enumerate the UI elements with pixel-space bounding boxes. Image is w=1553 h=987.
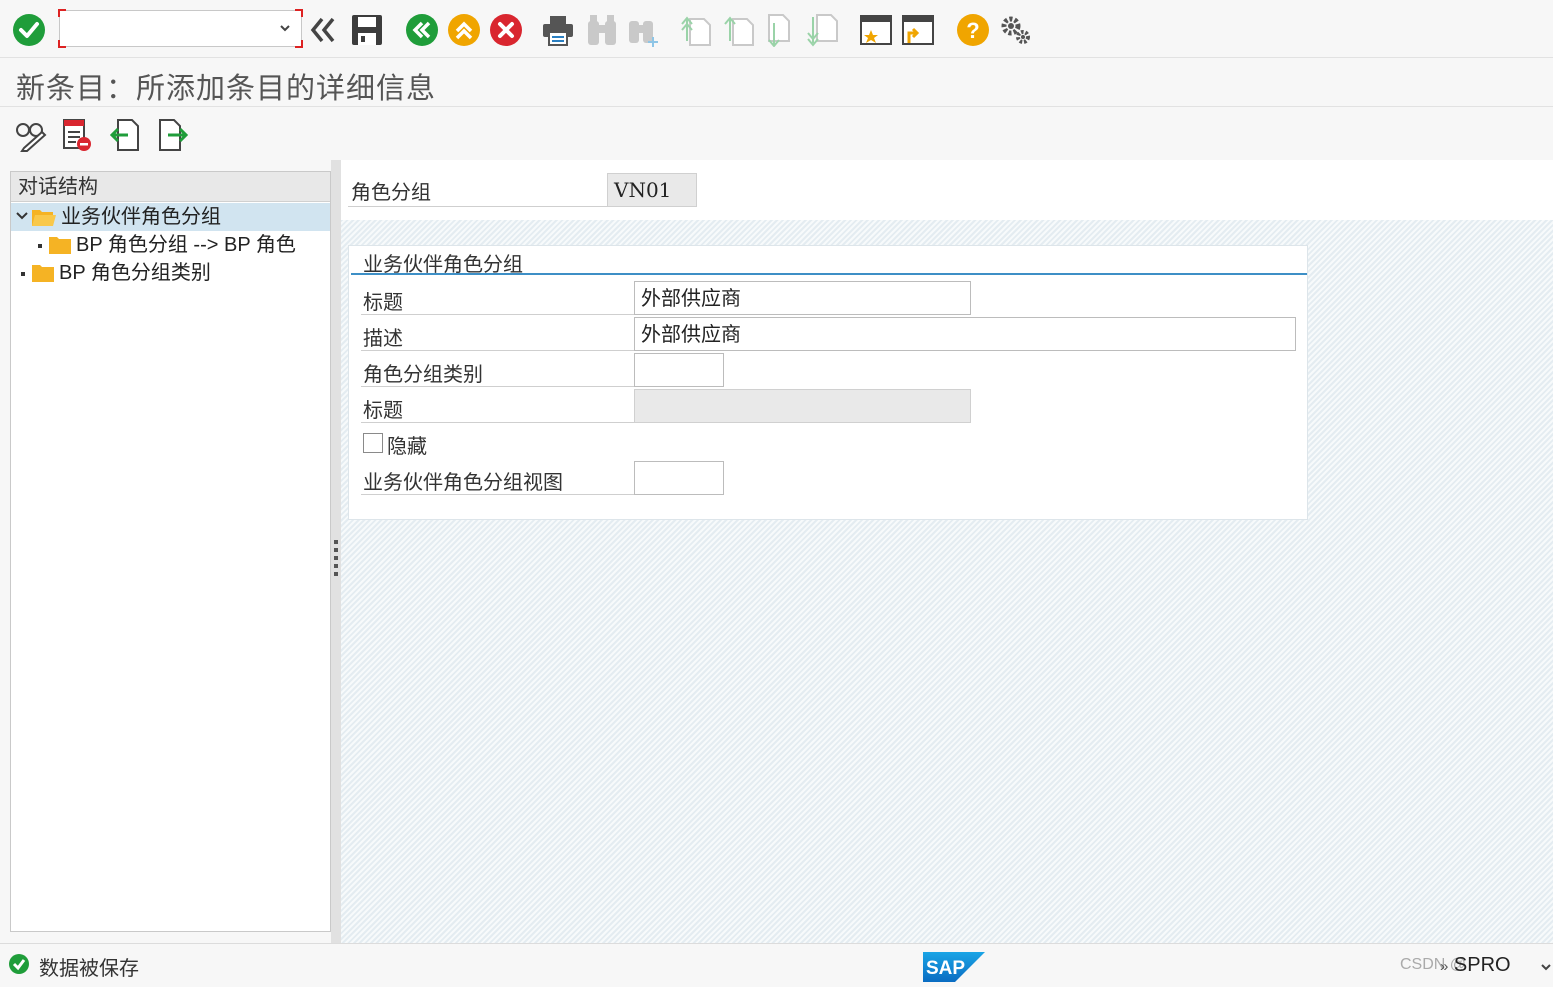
tree-item-label: BP 角色分组 --> BP 角色: [76, 234, 296, 256]
svg-text:?: ?: [966, 18, 979, 43]
generate-shortcut-icon[interactable]: [901, 13, 935, 51]
panel-splitter[interactable]: [331, 160, 341, 943]
title-field[interactable]: 外部供应商: [634, 281, 971, 315]
command-input[interactable]: [64, 15, 264, 42]
dialog-structure-panel: 对话结构 业务伙伴角色分组 BP 角色分组 --> BP 角色 BP 角色分组类…: [10, 171, 331, 932]
role-grouping-view-label: 业务伙伴角色分组视图: [363, 470, 563, 494]
tree-header: 对话结构: [11, 172, 330, 202]
first-page-icon: [680, 13, 714, 51]
bullet: [38, 244, 42, 248]
category-title-label: 标题: [363, 398, 403, 422]
tree-item-role-grouping[interactable]: 业务伙伴角色分组: [11, 203, 330, 231]
previous-page-icon: [723, 13, 757, 51]
find-next-icon: [627, 13, 661, 51]
hide-label: 隐藏: [387, 434, 427, 458]
page-title: 新条目：所添加条目的详细信息: [16, 71, 437, 105]
folder-icon: [31, 263, 55, 291]
svg-text:SAP: SAP: [926, 958, 965, 979]
previous-entry-icon[interactable]: [108, 118, 142, 152]
tcode-label: SPRO: [1453, 954, 1511, 976]
transaction-code[interactable]: » SPRO: [1440, 954, 1551, 977]
role-grouping-view-field[interactable]: [634, 461, 724, 495]
hide-checkbox[interactable]: [363, 433, 383, 453]
command-field[interactable]: [58, 9, 303, 48]
print-icon[interactable]: [541, 13, 575, 51]
role-grouping-category-field[interactable]: [634, 353, 724, 387]
application-toolbar: [0, 108, 1553, 160]
enter-check-icon[interactable]: [12, 13, 46, 51]
delete-entry-icon[interactable]: [60, 118, 94, 152]
next-page-icon: [765, 13, 799, 51]
role-grouping-label: 角色分组: [351, 180, 431, 204]
system-toolbar: ?: [0, 0, 1553, 58]
last-page-icon: [807, 13, 841, 51]
role-grouping-field: VN01: [607, 173, 697, 207]
tree-item-label: BP 角色分组类别: [59, 262, 211, 284]
next-entry-icon[interactable]: [156, 118, 190, 152]
title-label: 标题: [363, 290, 403, 314]
back-icon[interactable]: [405, 13, 439, 51]
detail-area: 角色分组 VN01 业务伙伴角色分组 标题 外部供应商 描述 外部供应商 角色分…: [341, 160, 1553, 943]
exit-icon[interactable]: [447, 13, 481, 51]
find-icon: [585, 13, 619, 51]
status-bar: 数据被保存 SAP CSDN @ » SPRO: [0, 943, 1553, 984]
success-check-icon: [8, 953, 30, 980]
sap-logo-icon: SAP: [923, 952, 985, 987]
description-label: 描述: [363, 326, 403, 350]
double-chevron-right-icon: »: [1440, 958, 1449, 975]
folder-open-icon: [31, 207, 57, 235]
role-grouping-category-label: 角色分组类别: [363, 362, 483, 386]
chevron-down-icon[interactable]: [15, 203, 29, 239]
settings-icon[interactable]: [999, 13, 1033, 51]
help-icon[interactable]: ?: [956, 13, 990, 51]
title-bar: 新条目：所添加条目的详细信息: [0, 59, 1553, 107]
header-fields: 角色分组 VN01: [341, 160, 1553, 220]
description-field[interactable]: 外部供应商: [634, 317, 1296, 351]
group-box: 业务伙伴角色分组 标题 外部供应商 描述 外部供应商 角色分组类别 标题 隐藏 …: [348, 245, 1308, 520]
cancel-icon[interactable]: [489, 13, 523, 51]
status-message: 数据被保存: [39, 956, 139, 980]
category-title-field: [634, 389, 971, 423]
double-chevron-left-icon[interactable]: [308, 13, 342, 51]
save-icon[interactable]: [350, 13, 384, 51]
bullet: [21, 272, 25, 276]
tree-item-label: 业务伙伴角色分组: [61, 206, 221, 228]
chevron-down-icon[interactable]: [279, 21, 291, 39]
display-change-icon[interactable]: [14, 118, 48, 152]
chevron-down-icon[interactable]: [1540, 956, 1552, 979]
create-session-icon[interactable]: [859, 13, 893, 51]
